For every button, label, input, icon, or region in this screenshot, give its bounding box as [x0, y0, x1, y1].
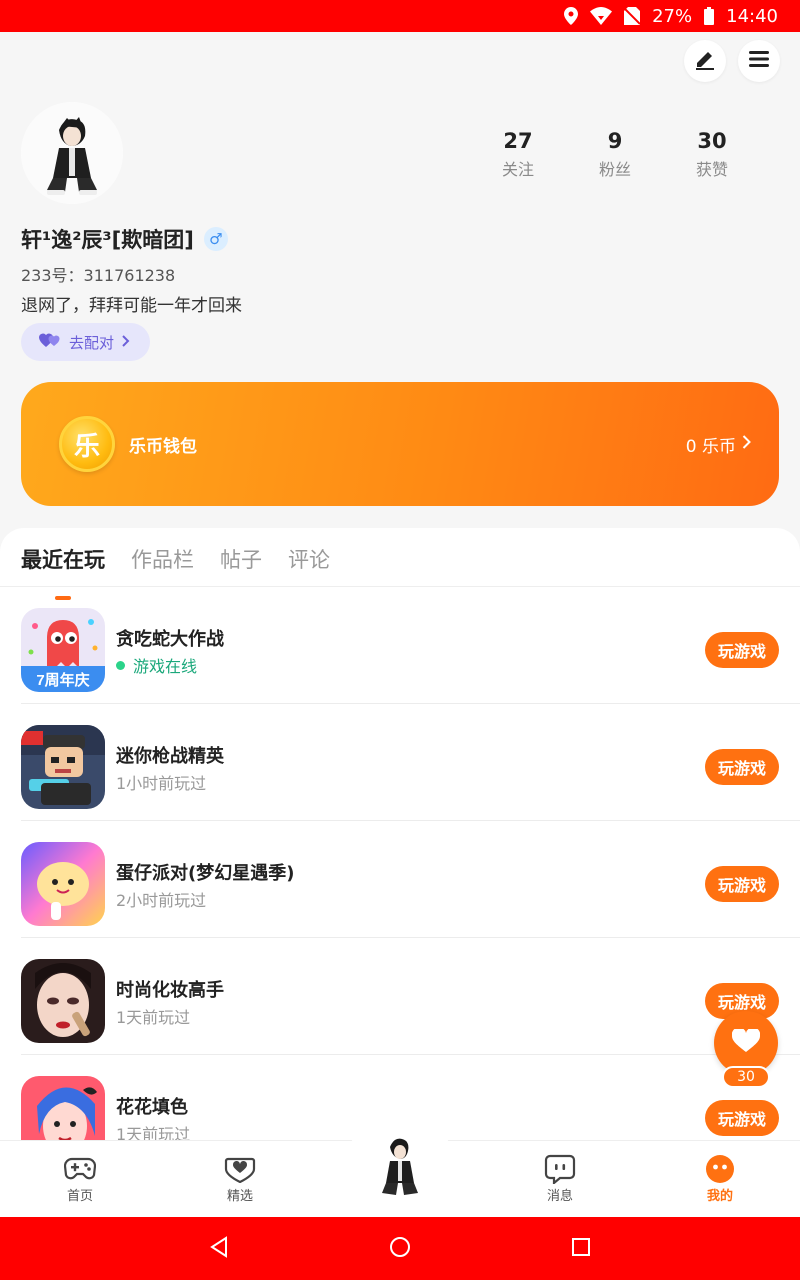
nav-label: 我的	[706, 1189, 733, 1204]
tab-recent-play[interactable]: 最近在玩	[21, 544, 105, 588]
stat-value: 9	[607, 129, 623, 153]
heart-icon	[731, 1027, 761, 1057]
edit-icon	[694, 48, 716, 74]
menu-icon	[749, 50, 769, 72]
flower-coloring-game-icon	[21, 1076, 105, 1140]
list-item[interactable]: 7周年庆 贪吃蛇大作战 游戏在线 玩游戏	[0, 587, 800, 704]
eggy-party-game-icon	[21, 842, 105, 926]
game-status-text: 2小时前玩过	[116, 891, 207, 910]
game-title: 花花填色	[116, 1097, 188, 1118]
play-game-button[interactable]: 玩游戏	[705, 749, 779, 785]
snake-anniversary-text: 7周年庆	[36, 671, 89, 689]
list-item[interactable]: 时尚化妆高手 1天前玩过 玩游戏	[0, 938, 800, 1055]
wallet-card[interactable]: 乐 乐币钱包 0 乐币	[21, 382, 779, 506]
system-nav-bar	[0, 1217, 800, 1280]
like-count: 30	[722, 1066, 770, 1088]
home-icon[interactable]	[389, 1236, 411, 1262]
game-status-text: 游戏在线	[133, 657, 198, 676]
heart-chat-icon	[200, 1153, 280, 1185]
game-list: 7周年庆 贪吃蛇大作战 游戏在线 玩游戏 迷你枪战精英 1小时前玩过 玩游戏 蛋…	[0, 587, 800, 1140]
game-title: 迷你枪战精英	[116, 746, 224, 767]
battery-icon	[704, 7, 715, 25]
list-item[interactable]: 蛋仔派对(梦幻星遇季) 2小时前玩过 玩游戏	[0, 821, 800, 938]
coin-icon: 乐	[59, 416, 115, 472]
profile-stats: 27 关注 9 粉丝 30 获赞	[470, 128, 760, 180]
stat-likes[interactable]: 30 获赞	[664, 128, 760, 180]
match-label: 去配对	[69, 333, 115, 352]
avatar[interactable]	[21, 102, 123, 204]
match-button[interactable]: 去配对	[21, 323, 150, 361]
game-status-text: 1天前玩过	[116, 1008, 191, 1027]
wallet-label: 乐币钱包	[129, 436, 197, 457]
stat-label: 粉丝	[598, 160, 631, 179]
gamepad-icon	[40, 1153, 120, 1185]
stat-value: 30	[697, 129, 727, 153]
play-game-button[interactable]: 玩游戏	[705, 1100, 779, 1136]
content-panel: 最近在玩 作品栏 帖子 评论 7周年庆 贪吃蛇大作战 游戏在线 玩游戏 迷你枪战…	[0, 528, 800, 1140]
online-dot-icon	[116, 660, 125, 670]
user-id: 233号：311761238	[21, 266, 176, 285]
game-title: 贪吃蛇大作战	[116, 629, 224, 650]
stat-label: 获赞	[695, 160, 728, 179]
bottom-nav: 首页 精选 消息 我的	[0, 1119, 800, 1217]
makeup-game-icon	[21, 959, 105, 1043]
chevron-right-icon	[742, 434, 751, 454]
game-status: 游戏在线	[116, 653, 197, 677]
list-item[interactable]: 迷你枪战精英 1小时前玩过 玩游戏	[0, 704, 800, 821]
nav-home[interactable]: 首页	[40, 1153, 120, 1204]
nav-featured[interactable]: 精选	[200, 1153, 280, 1204]
location-icon	[564, 7, 579, 25]
tab-comments[interactable]: 评论	[288, 544, 330, 588]
tab-bar: 最近在玩 作品栏 帖子 评论	[21, 544, 330, 588]
mini-gun-game-icon	[21, 725, 105, 809]
face-icon	[680, 1153, 760, 1185]
game-status-text: 1小时前玩过	[116, 774, 207, 793]
nav-me[interactable]: 我的	[680, 1153, 760, 1204]
game-title: 时尚化妆高手	[116, 980, 224, 1001]
stat-value: 27	[503, 129, 533, 153]
nav-messages[interactable]: 消息	[520, 1153, 600, 1204]
back-icon[interactable]	[209, 1235, 229, 1262]
battery-percent: 27%	[652, 5, 693, 27]
top-actions	[684, 40, 780, 82]
menu-button[interactable]	[738, 40, 780, 82]
stat-following[interactable]: 27 关注	[470, 128, 566, 180]
game-title: 蛋仔派对(梦幻星遇季)	[116, 863, 295, 884]
user-name: 轩¹逸²辰³[欺暗团]	[21, 228, 194, 252]
edit-button[interactable]	[684, 40, 726, 82]
user-bio: 退网了，拜拜可能一年才回来	[21, 296, 242, 316]
clock: 14:40	[726, 5, 778, 27]
message-icon	[520, 1153, 600, 1185]
recents-icon[interactable]	[571, 1237, 591, 1261]
wallet-balance: 0 乐币	[686, 432, 751, 457]
no-sim-icon	[624, 7, 641, 25]
hearts-icon	[39, 332, 61, 352]
nav-center-avatar[interactable]	[360, 1123, 440, 1213]
nav-label: 精选	[226, 1189, 253, 1204]
nav-label: 首页	[66, 1189, 93, 1204]
male-icon: ♂	[203, 227, 228, 251]
tab-works[interactable]: 作品栏	[131, 544, 194, 588]
stat-fans[interactable]: 9 粉丝	[567, 128, 663, 180]
tab-posts[interactable]: 帖子	[220, 544, 262, 588]
play-game-button[interactable]: 玩游戏	[705, 632, 779, 668]
game-status-text: 1天前玩过	[116, 1125, 191, 1140]
nav-label: 消息	[546, 1189, 573, 1204]
stat-label: 关注	[501, 160, 534, 179]
chevron-right-icon	[122, 333, 130, 351]
wallet-balance-value: 0 乐币	[685, 436, 736, 457]
status-bar: 27% 14:40	[0, 0, 800, 32]
play-game-button[interactable]: 玩游戏	[705, 866, 779, 902]
snake-game-icon: 7周年庆	[21, 608, 105, 692]
wifi-icon	[590, 7, 613, 25]
name-row: 轩¹逸²辰³[欺暗团] ♂	[21, 224, 228, 254]
